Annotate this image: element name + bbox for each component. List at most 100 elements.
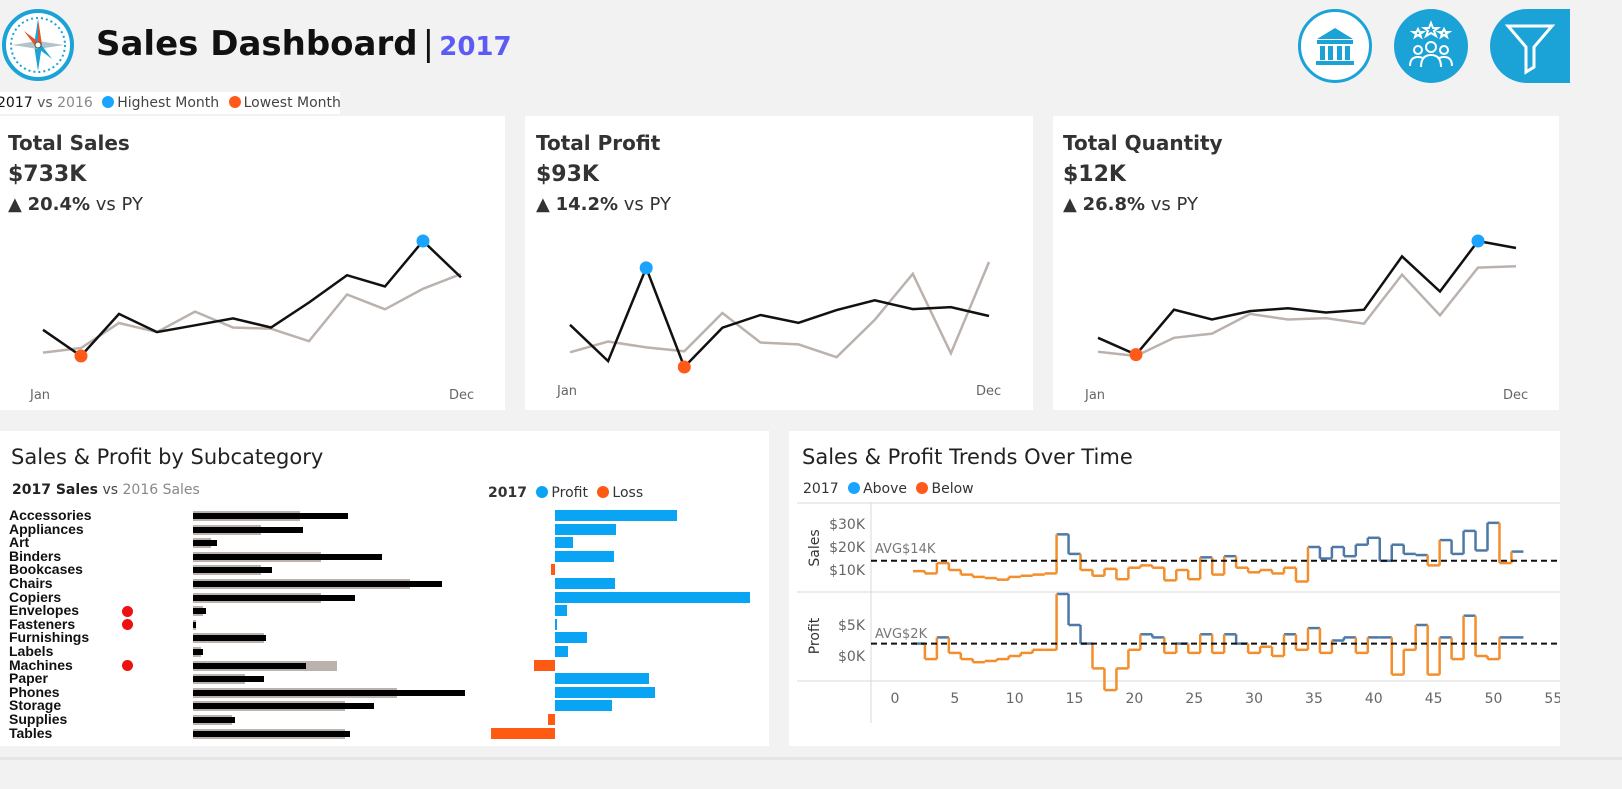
- sales-2017-bar: [193, 649, 204, 655]
- profit-bar: [555, 523, 617, 535]
- y-tick-label: $0K: [838, 649, 866, 665]
- customers-icon[interactable]: [1394, 9, 1468, 83]
- x-tick-label: 55: [1544, 691, 1560, 707]
- profit-legend: 2017 Profit Loss: [488, 485, 643, 501]
- sales-2017-bar: [193, 608, 207, 615]
- sales-2017-bar: [193, 703, 374, 710]
- legend-previous-year: 2016: [57, 95, 93, 111]
- profit-bar: [555, 632, 587, 644]
- profit-bar: [555, 686, 656, 698]
- x-tick-label: 30: [1245, 691, 1263, 707]
- average-label: AVG$14K: [875, 542, 936, 557]
- x-axis-end: Dec: [1503, 388, 1529, 403]
- highest-month-marker: [639, 261, 653, 275]
- bottom-border: [0, 757, 1622, 760]
- y-tick-label: $20K: [829, 540, 866, 556]
- x-tick-label: 0: [891, 691, 900, 707]
- loss-bar: [490, 727, 555, 739]
- x-axis-end: Dec: [449, 388, 475, 403]
- title-separator: |: [422, 24, 435, 64]
- subcategory-label: Tables: [9, 724, 53, 741]
- sales-2017-bar: [193, 567, 272, 574]
- sales-2017-bar: [193, 676, 264, 683]
- profit-bar: [555, 550, 614, 562]
- lowest-month-marker: [1129, 348, 1143, 362]
- profit-legend-loss: Loss: [612, 485, 644, 501]
- legend-highest: Highest Month: [117, 95, 220, 111]
- profit-bar: [555, 605, 567, 617]
- loss-bar: [533, 659, 555, 671]
- highest-dot: [102, 96, 115, 108]
- sales-2017-bar: [193, 581, 442, 587]
- sales-legend-previous: 2016 Sales: [122, 482, 200, 498]
- warning-dot: [122, 660, 133, 672]
- profit-axis-title: Profit: [807, 617, 823, 654]
- lowest-month-marker: [677, 360, 691, 374]
- profit-bar: [555, 700, 613, 712]
- x-tick-label: 10: [1006, 691, 1024, 707]
- profit-bar: [555, 646, 569, 657]
- profit-pane: AVG$2K: [871, 592, 1560, 692]
- sales-pane: AVG$14K: [871, 521, 1560, 583]
- trends-panel: Sales & Profit Trends Over Time 2017 Abo…: [789, 431, 1560, 746]
- profit-bar: [555, 537, 573, 549]
- sales-2017-bar: [193, 553, 382, 560]
- profit-dot: [536, 486, 549, 498]
- profit-legend-profit: Profit: [551, 485, 588, 501]
- sales-legend-vs: vs: [102, 482, 119, 498]
- x-tick-label: 35: [1305, 691, 1323, 707]
- x-tick-label: 45: [1425, 691, 1443, 707]
- filter-icon[interactable]: [1490, 9, 1570, 83]
- kpi-card-sales: Total Sales $733K ▲ 20.4% vs PY Jan Dec: [0, 116, 505, 410]
- x-axis-end: Dec: [976, 384, 1002, 399]
- sales-legend: 2017 Sales vs 2016 Sales: [12, 482, 200, 498]
- y-tick-label: $10K: [829, 563, 866, 579]
- sales-axis-title: Sales: [807, 529, 823, 566]
- x-axis-start: Jan: [1085, 388, 1106, 403]
- loss-bar: [548, 714, 555, 725]
- page-title: Sales Dashboard | 2017: [96, 24, 512, 64]
- loss-bar: [550, 564, 555, 576]
- current-year-line: [42, 239, 462, 358]
- subcategory-rows: Accessories Appliances Art Binders Bookcases…: [0, 508, 769, 744]
- highest-month-marker: [1471, 234, 1485, 248]
- profit-bar: [555, 510, 677, 521]
- dashboard-title: Sales Dashboard: [96, 24, 418, 64]
- x-tick-label: 40: [1365, 691, 1383, 707]
- subcategory-panel: Sales & Profit by Subcategory 2017 Sales…: [0, 431, 769, 746]
- previous-year-line: [42, 272, 462, 354]
- sales-2017-bar: [193, 621, 196, 628]
- profit-bar: [555, 673, 650, 685]
- sales-2017-bar: [193, 730, 351, 737]
- profit-bar: [555, 618, 557, 630]
- x-tick-label: 15: [1066, 691, 1084, 707]
- top-legend: 2017 vs 2016 Highest Month Lowest Month: [0, 92, 341, 114]
- sales-2017-bar: [193, 635, 267, 642]
- kpi-card-profit: Total Profit $93K ▲ 14.2% vs PY Jan Dec: [525, 116, 1033, 410]
- profit-legend-year: 2017: [488, 485, 527, 501]
- sales-2017-bar: [193, 594, 356, 601]
- bank-icon[interactable]: [1298, 9, 1372, 83]
- legend-vs: vs: [37, 95, 53, 111]
- trends-chart: AVG$14K AVG$2K $30K $20K $10K $5K $0K Sales Prof…: [797, 502, 1560, 723]
- x-tick-label: 5: [950, 691, 959, 707]
- y-tick-label: $30K: [829, 517, 866, 533]
- lowest-dot: [228, 96, 241, 108]
- x-tick-label: 25: [1185, 691, 1203, 707]
- loss-dot: [597, 486, 610, 498]
- legend-lowest: Lowest Month: [243, 95, 341, 111]
- sales-2017-bar: [193, 662, 306, 669]
- warning-dot: [122, 605, 133, 617]
- title-year: 2017: [439, 32, 512, 62]
- legend-current-year: 2017: [0, 95, 33, 111]
- sales-2017-bar: [193, 689, 466, 696]
- section-title: Sales & Profit by Subcategory: [11, 445, 324, 469]
- sales-2017-bar: [193, 717, 235, 723]
- sales-2017-bar: [193, 513, 348, 519]
- sparkline-chart: [42, 234, 462, 363]
- lowest-month-marker: [74, 349, 88, 363]
- kpi-card-quantity: Total Quantity $12K ▲ 26.8% vs PY Jan De…: [1053, 116, 1559, 410]
- sales-2017-bar: [193, 526, 304, 533]
- compass-icon: [2, 9, 74, 81]
- x-tick-label: 50: [1485, 691, 1503, 707]
